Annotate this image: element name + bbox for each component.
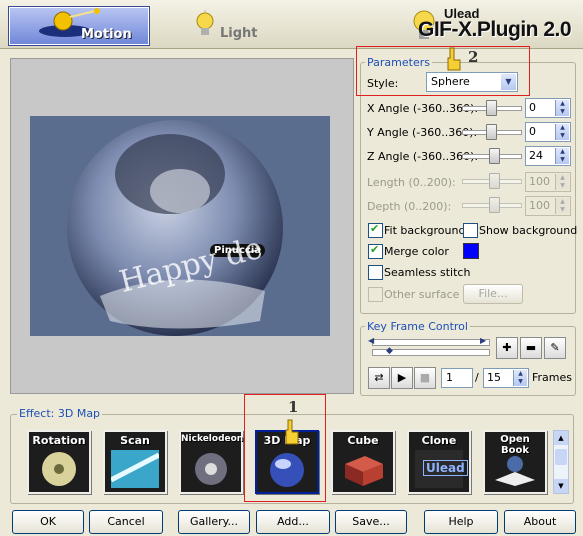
x-angle-slider[interactable] bbox=[462, 99, 522, 116]
other-surface-label: Other surface bbox=[384, 288, 460, 301]
keyframe-title: Key Frame Control bbox=[365, 320, 470, 333]
seamless-stitch-label: Seamless stitch bbox=[384, 266, 471, 279]
save-button[interactable]: Save... bbox=[335, 510, 407, 534]
about-button[interactable]: About bbox=[504, 510, 576, 534]
x-angle-spinner[interactable]: 0 ▲ ▼ bbox=[525, 98, 571, 118]
loop-icon: ⇄ bbox=[374, 371, 384, 384]
lightbulb-icon bbox=[196, 10, 214, 35]
length-slider bbox=[462, 172, 522, 189]
stop-button: ■ bbox=[414, 367, 436, 389]
effect-thumb-cube[interactable]: Cube bbox=[331, 430, 395, 494]
effect-scrollbar[interactable]: ▲ ▼ bbox=[553, 430, 569, 494]
z-angle-spinner[interactable]: 24 ▲ ▼ bbox=[525, 146, 571, 166]
effect-thumb-rotation[interactable]: Rotation bbox=[27, 430, 91, 494]
cancel-button[interactable]: Cancel bbox=[89, 510, 163, 534]
spinner-arrows-icon[interactable]: ▲ ▼ bbox=[555, 148, 569, 164]
frame-separator: / bbox=[475, 371, 479, 384]
effect-thumb-nickelodeon[interactable]: Nickelodeon bbox=[179, 430, 243, 494]
frames-label: Frames bbox=[532, 371, 573, 384]
y-angle-slider[interactable] bbox=[462, 123, 522, 140]
marker-2: 2 bbox=[468, 48, 479, 66]
effect-title: Effect: 3D Map bbox=[17, 407, 103, 420]
seamless-stitch-checkbox[interactable] bbox=[368, 265, 383, 280]
play-button[interactable]: ▶ bbox=[391, 367, 413, 389]
effect-thumb-clone[interactable]: Clone Ulead bbox=[407, 430, 471, 494]
remove-keyframe-button[interactable]: ▬ bbox=[520, 337, 542, 359]
depth-label: Depth (0..200): bbox=[367, 200, 452, 213]
play-icon: ▶ bbox=[397, 371, 407, 384]
edit-keyframe-button[interactable]: ✎ bbox=[544, 337, 566, 359]
merge-color-swatch[interactable] bbox=[463, 243, 479, 259]
tab-motion-label: Motion bbox=[81, 27, 132, 42]
timeline-start-icon[interactable]: ◀ bbox=[368, 336, 374, 345]
marker-1: 1 bbox=[288, 398, 299, 416]
fit-background-label: Fit background bbox=[384, 224, 466, 237]
scroll-up-icon[interactable]: ▲ bbox=[554, 431, 568, 445]
length-label: Length (0..200): bbox=[367, 176, 456, 189]
minus-icon: ▬ bbox=[525, 341, 537, 354]
highlight-box-2 bbox=[356, 46, 530, 96]
keyframe-timeline[interactable]: ◀ ▶ ◆ bbox=[368, 336, 492, 358]
spinner-arrows-icon: ▲ ▼ bbox=[555, 174, 569, 190]
sphere-preview bbox=[67, 120, 283, 336]
clone-badge: Ulead bbox=[423, 460, 468, 476]
cube-thumbnail bbox=[345, 456, 383, 486]
show-background-label: Show background bbox=[479, 224, 578, 237]
open-book-thumbnail bbox=[495, 456, 535, 486]
ok-button[interactable]: OK bbox=[12, 510, 84, 534]
spinner-arrows-icon[interactable]: ▲ ▼ bbox=[513, 370, 527, 386]
pointing-hand-icon bbox=[447, 47, 461, 71]
total-frames-spinner[interactable]: 15 ▲ ▼ bbox=[483, 368, 529, 388]
file-button: File... bbox=[463, 284, 523, 304]
merge-color-label: Merge color bbox=[384, 245, 449, 258]
tab-light-label: Light bbox=[220, 26, 258, 41]
scan-thumbnail bbox=[111, 450, 159, 488]
other-surface-checkbox bbox=[368, 287, 383, 302]
merge-color-checkbox[interactable] bbox=[368, 243, 383, 259]
y-angle-spinner[interactable]: 0 ▲ ▼ bbox=[525, 122, 571, 142]
z-angle-slider[interactable] bbox=[462, 147, 522, 164]
highlight-box-1 bbox=[244, 394, 326, 502]
length-spinner: 100 ▲ ▼ bbox=[525, 172, 571, 192]
rotation-thumbnail bbox=[42, 452, 76, 486]
gallery-button[interactable]: Gallery... bbox=[178, 510, 250, 534]
pen-icon: ✎ bbox=[550, 341, 560, 354]
brand-title: GIF-X.Plugin 2.0 bbox=[418, 18, 572, 41]
plus-icon: ✚ bbox=[502, 341, 512, 354]
depth-slider bbox=[462, 196, 522, 213]
scroll-down-icon[interactable]: ▼ bbox=[554, 479, 568, 493]
spinner-arrows-icon[interactable]: ▲ ▼ bbox=[555, 124, 569, 140]
add-keyframe-button[interactable]: ✚ bbox=[496, 337, 518, 359]
timeline-marker-icon[interactable]: ◆ bbox=[386, 346, 393, 356]
effect-thumb-open-book[interactable]: Open Book bbox=[483, 430, 547, 494]
loop-button[interactable]: ⇄ bbox=[368, 367, 390, 389]
pointing-hand-icon bbox=[285, 419, 299, 445]
spinner-arrows-icon[interactable]: ▲ ▼ bbox=[555, 100, 569, 116]
stop-icon: ■ bbox=[419, 371, 431, 384]
preview-image: Pinuccia Happy de bbox=[30, 116, 330, 336]
nickelodeon-thumbnail bbox=[195, 453, 227, 485]
show-background-checkbox[interactable] bbox=[463, 223, 478, 238]
spinner-arrows-icon: ▲ ▼ bbox=[555, 198, 569, 214]
add-button[interactable]: Add... bbox=[256, 510, 330, 534]
timeline-end-icon[interactable]: ▶ bbox=[480, 336, 486, 345]
depth-spinner: 100 ▲ ▼ bbox=[525, 196, 571, 216]
tab-motion[interactable]: Motion bbox=[8, 6, 150, 46]
effect-thumb-scan[interactable]: Scan bbox=[103, 430, 167, 494]
scroll-thumb[interactable] bbox=[555, 449, 567, 465]
current-frame-input[interactable]: 1 bbox=[441, 368, 473, 388]
fit-background-checkbox[interactable] bbox=[368, 222, 383, 238]
tab-light[interactable]: Light bbox=[180, 6, 310, 44]
y-angle-label: Y Angle (-360..360): bbox=[367, 126, 478, 139]
help-button[interactable]: Help bbox=[424, 510, 498, 534]
